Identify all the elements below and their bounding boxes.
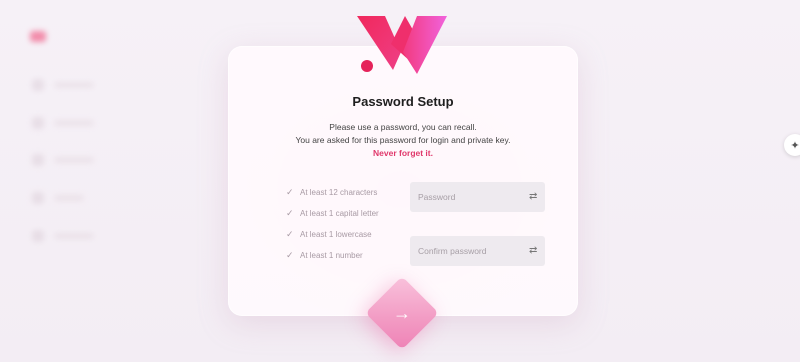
requirement-label: At least 1 lowercase bbox=[300, 229, 372, 239]
sidebar-item-text bbox=[54, 195, 84, 201]
sidebar-item-icon bbox=[32, 117, 44, 129]
sparkle-icon[interactable]: ✦ bbox=[784, 134, 800, 156]
sidebar-item bbox=[32, 153, 102, 167]
check-icon: ✓ bbox=[286, 207, 294, 218]
sidebar-item-text bbox=[54, 157, 94, 163]
blurred-sidebar bbox=[0, 0, 140, 362]
requirement-item: ✓ At least 1 capital letter bbox=[286, 207, 379, 219]
brand-logo-icon bbox=[357, 16, 447, 74]
check-icon: ✓ bbox=[286, 228, 294, 239]
visibility-toggle-icon[interactable]: ⇄ bbox=[529, 191, 537, 203]
check-icon: ✓ bbox=[286, 186, 294, 197]
requirement-item: ✓ At least 1 number bbox=[286, 249, 363, 261]
requirement-item: ✓ At least 12 characters bbox=[286, 186, 377, 198]
warning-text: Never forget it. bbox=[373, 148, 433, 158]
sidebar-item-text bbox=[54, 120, 94, 126]
sidebar-item bbox=[32, 78, 102, 92]
password-setup-card bbox=[228, 46, 578, 316]
sidebar-item-icon bbox=[32, 192, 44, 204]
description-line-1: Please use a password, you can recall. bbox=[329, 122, 477, 132]
requirement-label: At least 12 characters bbox=[300, 187, 378, 197]
sidebar-item-icon bbox=[32, 154, 44, 166]
sidebar-item-text bbox=[54, 233, 94, 239]
password-input[interactable] bbox=[418, 192, 529, 202]
sidebar-item-icon bbox=[32, 79, 44, 91]
requirement-item: ✓ At least 1 lowercase bbox=[286, 228, 372, 240]
sidebar-logo bbox=[30, 28, 104, 44]
confirm-password-field: ⇄ bbox=[410, 236, 545, 266]
confirm-password-input[interactable] bbox=[418, 246, 529, 256]
sidebar-item-icon bbox=[32, 230, 44, 242]
check-icon: ✓ bbox=[286, 249, 294, 260]
sidebar-logo-mark bbox=[30, 30, 46, 42]
sidebar-item bbox=[32, 191, 102, 205]
sidebar-item bbox=[32, 116, 102, 130]
password-field: ⇄ bbox=[410, 182, 545, 212]
requirement-label: At least 1 capital letter bbox=[300, 208, 379, 218]
sidebar-item-text bbox=[54, 82, 94, 88]
description-line-2: You are asked for this password for logi… bbox=[295, 135, 511, 145]
requirement-label: At least 1 number bbox=[300, 250, 363, 260]
sidebar-item bbox=[32, 229, 102, 243]
visibility-toggle-icon[interactable]: ⇄ bbox=[529, 245, 537, 257]
page-title: Password Setup bbox=[352, 94, 454, 109]
